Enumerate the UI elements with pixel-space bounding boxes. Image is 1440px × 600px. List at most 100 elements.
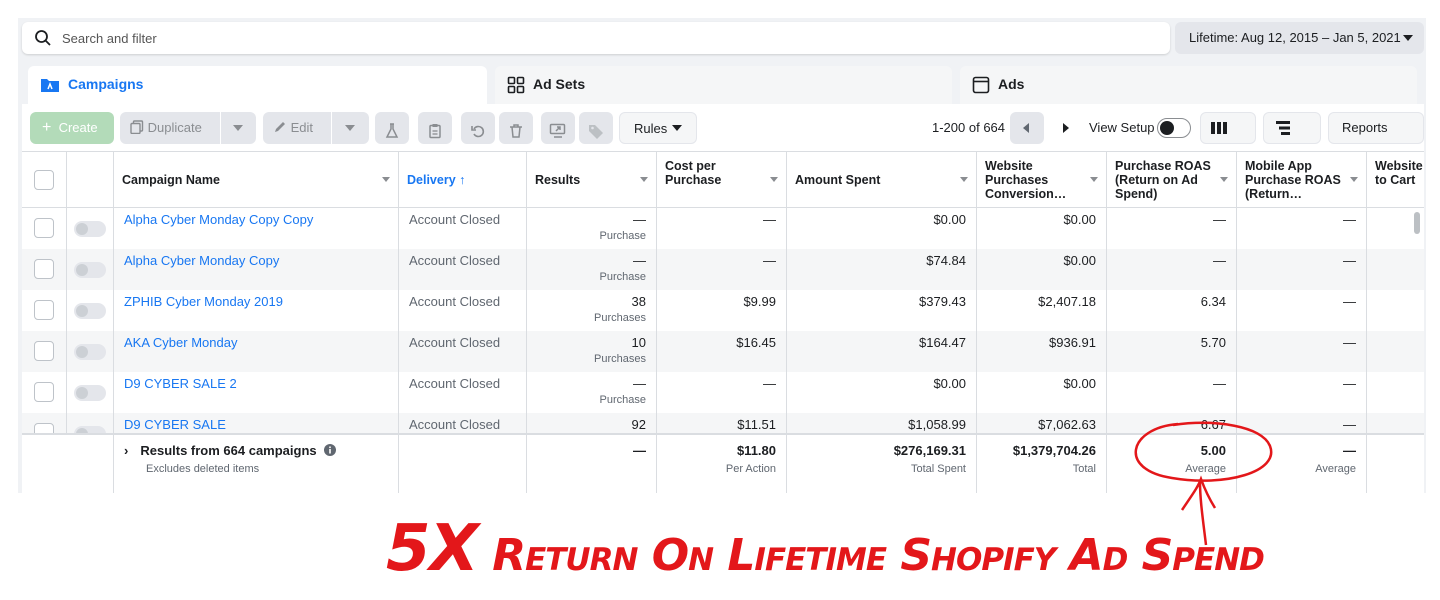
next-page-button[interactable] — [1048, 112, 1082, 144]
table-row[interactable]: Alpha Cyber Monday Copy Copy Account Clos… — [22, 208, 1424, 249]
select-all-checkbox[interactable] — [34, 170, 54, 190]
cost-per-purchase-cell: $9.99 — [657, 290, 787, 331]
campaign-name-link[interactable]: Alpha Cyber Monday Copy — [124, 253, 279, 268]
column-header-campaign-name[interactable]: Campaign Name — [114, 152, 399, 208]
campaign-name-cell[interactable]: Alpha Cyber Monday Copy — [114, 249, 399, 290]
clipboard-button[interactable] — [418, 112, 452, 144]
row-checkbox[interactable] — [34, 300, 54, 320]
cell-value: 6.67 — [1200, 417, 1226, 432]
tag-button[interactable] — [579, 112, 613, 144]
cell-value: — — [1343, 294, 1356, 309]
campaign-name-cell[interactable]: D9 CYBER SALE 2 — [114, 372, 399, 413]
table-row[interactable]: Alpha Cyber Monday Copy Account Closed — Pu… — [22, 249, 1424, 290]
row-checkbox[interactable] — [34, 423, 54, 433]
table-row[interactable]: D9 CYBER SALE Account Closed 92Purchases $1… — [22, 413, 1424, 433]
column-header-website-purchases[interactable]: Website Purchases Conversion… — [977, 152, 1107, 208]
delivery-status: Account Closed — [409, 376, 501, 391]
row-checkbox[interactable] — [34, 382, 54, 402]
tab-label: Ads — [998, 76, 1025, 92]
campaign-name-cell[interactable]: Alpha Cyber Monday Copy Copy — [114, 208, 399, 249]
column-header-cost-per-purchase[interactable]: Cost per Purchase — [657, 152, 787, 208]
campaign-toggle[interactable] — [74, 221, 106, 237]
vertical-scrollbar[interactable] — [1414, 212, 1420, 234]
delivery-cell: Account Closed — [399, 208, 527, 249]
campaign-name-link[interactable]: ZPHIB Cyber Monday 2019 — [124, 294, 283, 309]
edit-button[interactable]: Edit — [263, 112, 369, 144]
export-icon — [549, 123, 566, 138]
duplicate-button[interactable]: Duplicate — [120, 112, 256, 144]
campaign-name-link[interactable]: AKA Cyber Monday — [124, 335, 237, 350]
delivery-cell: Account Closed — [399, 249, 527, 290]
column-label: Delivery ↑ — [407, 173, 466, 187]
columns-button[interactable] — [1200, 112, 1256, 144]
prev-page-button[interactable] — [1010, 112, 1044, 144]
row-checkbox[interactable] — [34, 218, 54, 238]
info-icon[interactable] — [324, 444, 337, 456]
row-toggle-cell — [67, 372, 114, 413]
campaign-toggle[interactable] — [74, 344, 106, 360]
column-label: Campaign Name — [122, 173, 220, 187]
column-header-amount-spent[interactable]: Amount Spent — [787, 152, 977, 208]
search-bar[interactable] — [22, 22, 1170, 54]
chevron-down-icon[interactable] — [233, 125, 243, 131]
columns-icon — [1211, 122, 1227, 134]
column-header-delivery[interactable]: Delivery ↑ — [399, 152, 527, 208]
rules-button[interactable]: Rules — [619, 112, 697, 144]
column-label: Cost per Purchase — [665, 159, 722, 187]
results-cell: 38 Purchases — [527, 290, 657, 331]
export-button[interactable] — [541, 112, 575, 144]
breakdown-icon — [1276, 121, 1290, 135]
table-row[interactable]: AKA Cyber Monday Account Closed 10 Purchase… — [22, 331, 1424, 372]
campaign-name-cell[interactable]: ZPHIB Cyber Monday 2019 — [114, 290, 399, 331]
mobile-app-roas-cell: — — [1237, 208, 1367, 249]
edit-label: Edit — [290, 120, 314, 135]
column-header-results[interactable]: Results — [527, 152, 657, 208]
row-checkbox-cell — [22, 331, 67, 372]
tab-ads[interactable]: Ads — [960, 66, 1417, 106]
chevron-down-icon — [672, 125, 682, 131]
website-purchases-cell: $0.00 — [977, 372, 1107, 413]
cell-value: — — [763, 253, 776, 268]
purchase-roas-cell: 5.70 — [1107, 331, 1237, 372]
cell-value: — — [1213, 212, 1226, 227]
tab-ad-sets[interactable]: Ad Sets — [495, 66, 952, 106]
table-row[interactable]: ZPHIB Cyber Monday 2019 Account Closed 38 P… — [22, 290, 1424, 331]
campaign-name-link[interactable]: D9 CYBER SALE 2 — [124, 376, 237, 391]
campaign-name-link[interactable]: D9 CYBER SALE — [124, 417, 226, 432]
search-input[interactable] — [62, 22, 1152, 54]
sort-caret-icon — [382, 177, 390, 182]
summary-amount-spent: $276,169.31 Total Spent — [787, 435, 977, 493]
undo-button[interactable] — [461, 112, 495, 144]
ab-test-button[interactable] — [375, 112, 409, 144]
website-to-cart-cell — [1367, 372, 1424, 413]
campaign-name-link[interactable]: Alpha Cyber Monday Copy Copy — [124, 212, 313, 227]
campaign-name-cell[interactable]: AKA Cyber Monday — [114, 331, 399, 372]
summary-sub: Total — [1072, 463, 1096, 475]
row-checkbox[interactable] — [34, 341, 54, 361]
create-button[interactable]: + Create — [30, 112, 114, 144]
column-header-mobile-app-roas[interactable]: Mobile App Purchase ROAS (Return… — [1237, 152, 1367, 208]
date-range-picker[interactable]: Lifetime: Aug 12, 2015 – Jan 5, 2021 — [1175, 22, 1424, 54]
row-toggle-cell — [67, 249, 114, 290]
tab-label: Ad Sets — [533, 76, 586, 92]
view-setup-toggle[interactable] — [1157, 118, 1191, 138]
chevron-right-icon[interactable]: › — [124, 443, 128, 458]
reports-button[interactable]: Reports — [1328, 112, 1424, 144]
delete-button[interactable] — [499, 112, 533, 144]
row-checkbox[interactable] — [34, 259, 54, 279]
column-header-website-to-cart[interactable]: Website to Cart — [1367, 152, 1426, 208]
campaign-toggle[interactable] — [74, 426, 106, 433]
cell-value: — — [1343, 417, 1356, 432]
campaign-toggle[interactable] — [74, 385, 106, 401]
column-header-purchase-roas[interactable]: Purchase ROAS (Return on Ad Spend) — [1107, 152, 1237, 208]
cell-value: — — [763, 376, 776, 391]
campaign-toggle[interactable] — [74, 303, 106, 319]
results-value: 92 — [631, 417, 646, 432]
chevron-down-icon[interactable] — [345, 125, 355, 131]
table-row[interactable]: D9 CYBER SALE 2 Account Closed — Purchase — $… — [22, 372, 1424, 413]
breakdown-button[interactable] — [1263, 112, 1321, 144]
cell-value: $164.47 — [919, 335, 966, 350]
campaign-name-cell[interactable]: D9 CYBER SALE — [114, 413, 399, 433]
campaign-toggle[interactable] — [74, 262, 106, 278]
amount-spent-cell: $1,058.99 — [787, 413, 977, 433]
